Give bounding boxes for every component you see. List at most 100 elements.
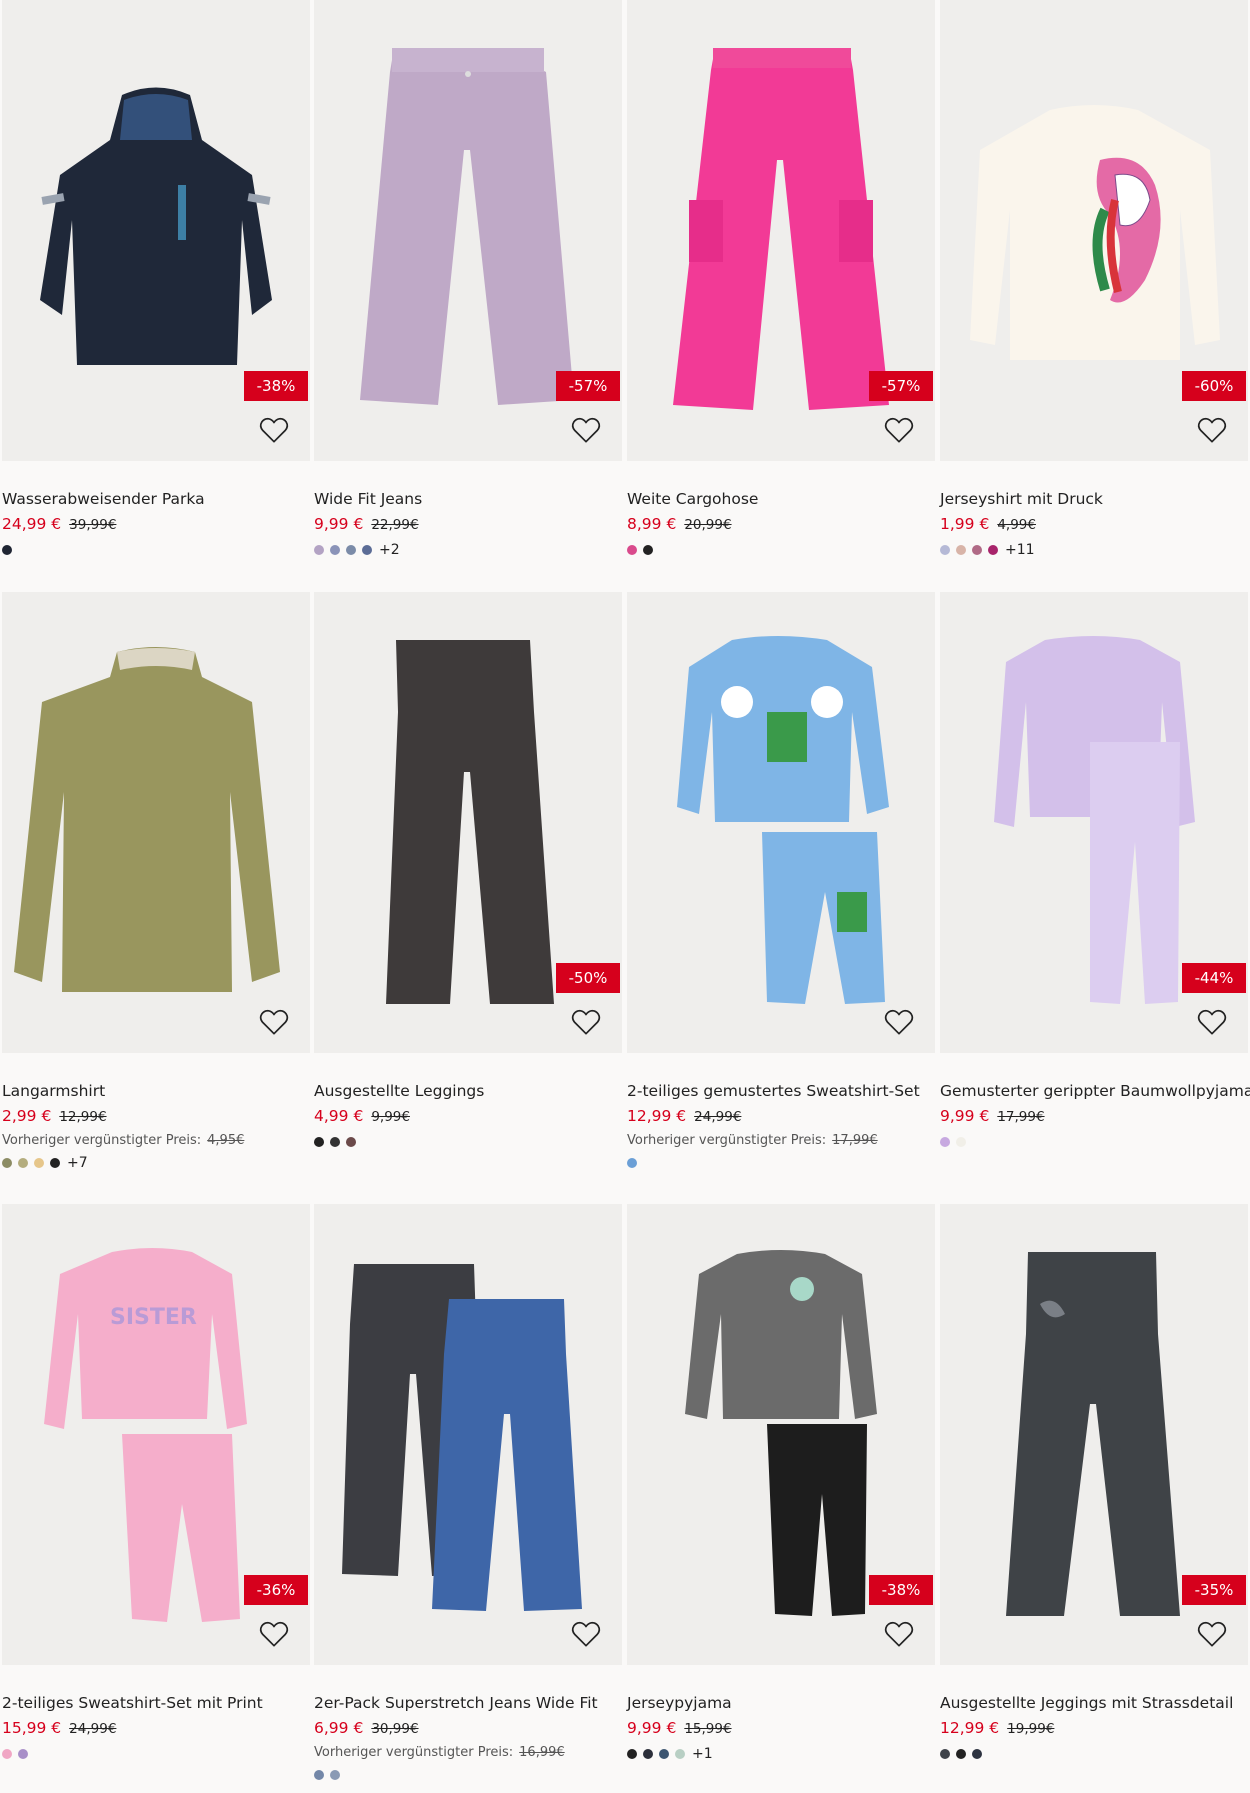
product-title[interactable]: 2-teiliges Sweatshirt-Set mit Print bbox=[2, 1693, 310, 1713]
color-swatch[interactable] bbox=[940, 545, 950, 555]
color-swatch[interactable] bbox=[18, 1158, 28, 1168]
color-swatch[interactable] bbox=[330, 1770, 340, 1780]
more-colors-count[interactable]: +1 bbox=[692, 1746, 713, 1762]
product-title[interactable]: Gemusterter gerippter Baumwollpyjama bbox=[940, 1081, 1250, 1101]
product-image[interactable]: -57% bbox=[314, 0, 622, 461]
product-card[interactable]: -57% Weite Cargohose 8,99 € 20,99€ bbox=[627, 0, 935, 557]
color-swatch[interactable] bbox=[346, 1137, 356, 1147]
color-swatch[interactable] bbox=[675, 1749, 685, 1759]
color-swatch[interactable] bbox=[940, 1749, 950, 1759]
color-swatch[interactable] bbox=[2, 1158, 12, 1168]
product-title[interactable]: Ausgestellte Leggings bbox=[314, 1081, 622, 1101]
product-title[interactable]: Wide Fit Jeans bbox=[314, 489, 622, 509]
heart-icon[interactable] bbox=[257, 1617, 291, 1651]
product-image[interactable]: -44% bbox=[940, 592, 1248, 1053]
product-image[interactable] bbox=[314, 1204, 622, 1665]
product-card[interactable]: -50% Ausgestellte Leggings 4,99 € 9,99€ bbox=[314, 592, 622, 1149]
product-card[interactable]: SISTER -36% 2-teiliges Sweatshirt-Set mi… bbox=[2, 1204, 310, 1761]
color-swatch[interactable] bbox=[18, 1749, 28, 1759]
color-swatch[interactable] bbox=[972, 1749, 982, 1759]
color-swatch[interactable] bbox=[956, 545, 966, 555]
price-row: 24,99 € 39,99€ bbox=[2, 514, 310, 535]
product-card[interactable]: -44% Gemusterter gerippter Baumwollpyjam… bbox=[940, 592, 1250, 1149]
price-row: 1,99 € 4,99€ bbox=[940, 514, 1248, 535]
product-info: Wasserabweisender Parka 24,99 € 39,99€ bbox=[2, 461, 310, 557]
heart-icon[interactable] bbox=[882, 1617, 916, 1651]
color-swatch[interactable] bbox=[956, 1749, 966, 1759]
more-colors-count[interactable]: +11 bbox=[1005, 542, 1035, 558]
product-card[interactable]: -38% Jerseypyjama 9,99 € 15,99€ +1 bbox=[627, 1204, 935, 1762]
color-swatch[interactable] bbox=[34, 1158, 44, 1168]
color-swatch[interactable] bbox=[627, 545, 637, 555]
color-swatch[interactable] bbox=[972, 545, 982, 555]
product-card[interactable]: -38% Wasserabweisender Parka 24,99 € 39,9… bbox=[2, 0, 310, 557]
price-row: 15,99 € 24,99€ bbox=[2, 1718, 310, 1739]
heart-icon[interactable] bbox=[569, 413, 603, 447]
original-price: 17,99€ bbox=[997, 1109, 1045, 1125]
product-title[interactable]: Jerseyshirt mit Druck bbox=[940, 489, 1248, 509]
discount-badge: -35% bbox=[1182, 1575, 1246, 1605]
heart-icon[interactable] bbox=[1195, 1617, 1229, 1651]
product-image[interactable]: -60% bbox=[940, 0, 1248, 461]
product-title[interactable]: Ausgestellte Jeggings mit Strassdetail bbox=[940, 1693, 1248, 1713]
product-image[interactable]: -38% bbox=[627, 1204, 935, 1665]
product-image[interactable] bbox=[2, 592, 310, 1053]
product-card[interactable]: 2-teiliges gemustertes Sweatshirt-Set 12… bbox=[627, 592, 935, 1170]
color-swatch[interactable] bbox=[627, 1158, 637, 1168]
previous-price: Vorheriger vergünstigter Preis: 4,95€ bbox=[2, 1133, 310, 1148]
color-swatch[interactable] bbox=[988, 545, 998, 555]
product-title[interactable]: Langarmshirt bbox=[2, 1081, 310, 1101]
color-swatch[interactable] bbox=[2, 1749, 12, 1759]
product-card[interactable]: -60% Jerseyshirt mit Druck 1,99 € 4,99€ +… bbox=[940, 0, 1248, 558]
color-swatch[interactable] bbox=[643, 1749, 653, 1759]
product-title[interactable]: Weite Cargohose bbox=[627, 489, 935, 509]
color-swatch[interactable] bbox=[643, 545, 653, 555]
color-swatch[interactable] bbox=[314, 1137, 324, 1147]
product-card[interactable]: -57% Wide Fit Jeans 9,99 € 22,99€ +2 bbox=[314, 0, 622, 558]
heart-icon[interactable] bbox=[1195, 1005, 1229, 1039]
product-title[interactable]: Wasserabweisender Parka bbox=[2, 489, 310, 509]
color-swatch[interactable] bbox=[50, 1158, 60, 1168]
product-card[interactable]: 2er-Pack Superstretch Jeans Wide Fit 6,9… bbox=[314, 1204, 622, 1782]
heart-icon[interactable] bbox=[257, 1005, 291, 1039]
color-swatches bbox=[627, 543, 935, 557]
product-image[interactable]: -50% bbox=[314, 592, 622, 1053]
color-swatch[interactable] bbox=[314, 1770, 324, 1780]
product-image[interactable]: -38% bbox=[2, 0, 310, 461]
original-price: 24,99€ bbox=[694, 1109, 742, 1125]
heart-icon[interactable] bbox=[1195, 413, 1229, 447]
color-swatch[interactable] bbox=[346, 545, 356, 555]
color-swatch[interactable] bbox=[330, 1137, 340, 1147]
product-image[interactable] bbox=[627, 592, 935, 1053]
previous-price-label: Vorheriger vergünstigter Preis: bbox=[314, 1745, 514, 1760]
more-colors-count[interactable]: +7 bbox=[67, 1155, 88, 1171]
color-swatch[interactable] bbox=[362, 545, 372, 555]
product-image[interactable]: -57% bbox=[627, 0, 935, 461]
color-swatches: +2 bbox=[314, 542, 622, 558]
color-swatch[interactable] bbox=[956, 1137, 966, 1147]
product-card[interactable]: Langarmshirt 2,99 € 12,99€ Vorheriger ver… bbox=[2, 592, 310, 1171]
product-title[interactable]: 2er-Pack Superstretch Jeans Wide Fit bbox=[314, 1693, 622, 1713]
product-title[interactable]: Jerseypyjama bbox=[627, 1693, 935, 1713]
heart-icon[interactable] bbox=[569, 1005, 603, 1039]
heart-icon[interactable] bbox=[882, 1005, 916, 1039]
color-swatch[interactable] bbox=[940, 1137, 950, 1147]
heart-icon[interactable] bbox=[569, 1617, 603, 1651]
product-photo bbox=[627, 592, 935, 1053]
product-image[interactable]: SISTER -36% bbox=[2, 1204, 310, 1665]
heart-icon[interactable] bbox=[257, 413, 291, 447]
color-swatches: +11 bbox=[940, 542, 1248, 558]
more-colors-count[interactable]: +2 bbox=[379, 542, 400, 558]
product-title[interactable]: 2-teiliges gemustertes Sweatshirt-Set bbox=[627, 1081, 935, 1101]
product-info: 2-teiliges Sweatshirt-Set mit Print 15,9… bbox=[2, 1665, 310, 1761]
product-card[interactable]: -35% Ausgestellte Jeggings mit Strassdet… bbox=[940, 1204, 1248, 1761]
original-price: 39,99€ bbox=[69, 517, 117, 533]
color-swatch[interactable] bbox=[627, 1749, 637, 1759]
heart-icon[interactable] bbox=[882, 413, 916, 447]
color-swatch[interactable] bbox=[2, 545, 12, 555]
color-swatch[interactable] bbox=[314, 545, 324, 555]
color-swatches bbox=[314, 1135, 622, 1149]
product-image[interactable]: -35% bbox=[940, 1204, 1248, 1665]
color-swatch[interactable] bbox=[659, 1749, 669, 1759]
color-swatch[interactable] bbox=[330, 545, 340, 555]
